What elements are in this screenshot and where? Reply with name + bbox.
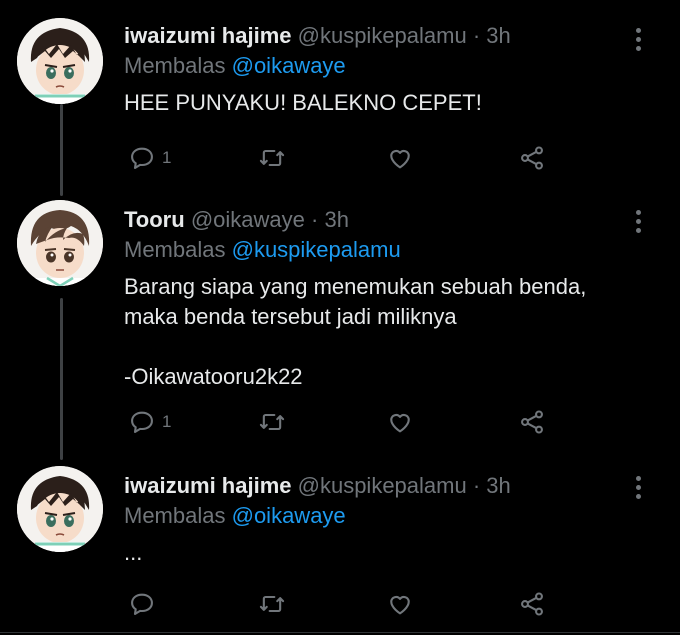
separator-dot: · xyxy=(311,207,319,232)
avatar[interactable] xyxy=(17,200,103,286)
share-icon xyxy=(521,146,543,170)
reply-prefix: Membalas xyxy=(124,503,226,528)
retweet-icon xyxy=(259,595,285,613)
separator-dot: · xyxy=(472,23,481,48)
anime-avatar-iwaizumi-icon xyxy=(17,466,103,552)
user-handle[interactable]: @kuspikepalamu xyxy=(298,23,467,48)
like-button[interactable] xyxy=(386,144,414,172)
share-icon xyxy=(521,410,543,434)
reply-icon xyxy=(131,147,153,169)
more-options-icon[interactable] xyxy=(634,476,642,499)
like-button[interactable] xyxy=(386,408,414,436)
tweet-actions xyxy=(128,590,558,618)
reply-button[interactable]: 1 xyxy=(128,144,171,172)
like-icon xyxy=(390,595,410,615)
user-handle[interactable]: @kuspikepalamu xyxy=(298,473,467,498)
user-handle[interactable]: @oikawaye xyxy=(191,207,305,232)
reply-context: Membalas @oikawaye xyxy=(124,52,640,80)
display-name[interactable]: iwaizumi hajime xyxy=(124,473,292,498)
retweet-icon xyxy=(259,413,285,431)
timestamp[interactable]: 3h xyxy=(324,207,348,232)
tweet-header: iwaizumi hajime @kuspikepalamu · 3h xyxy=(124,472,640,500)
reply-icon xyxy=(131,411,153,433)
reply-context: Membalas @kuspikepalamu xyxy=(124,236,640,264)
reply-count: 1 xyxy=(162,148,172,167)
reply-button[interactable]: 1 xyxy=(128,408,171,436)
tweet-actions: 1 xyxy=(128,144,558,172)
display-name[interactable]: iwaizumi hajime xyxy=(124,23,292,48)
share-button[interactable] xyxy=(518,590,546,618)
divider xyxy=(0,632,680,633)
like-icon xyxy=(390,149,410,169)
share-button[interactable] xyxy=(518,144,546,172)
like-icon xyxy=(390,413,410,433)
tweet-text: HEE PUNYAKU! BALEKNO CEPET! xyxy=(124,90,482,115)
tweet-text: ... xyxy=(124,540,143,565)
tweet-header: Tooru @oikawaye · 3h xyxy=(124,206,640,234)
more-options-icon[interactable] xyxy=(634,28,642,51)
like-button[interactable] xyxy=(386,590,414,618)
retweet-icon xyxy=(259,149,285,167)
reply-button[interactable] xyxy=(128,590,162,618)
reply-prefix: Membalas xyxy=(124,53,226,78)
tweet[interactable]: iwaizumi hajime @kuspikepalamu · 3h Memb… xyxy=(0,464,680,632)
tweet[interactable]: iwaizumi hajime @kuspikepalamu · 3h Memb… xyxy=(0,0,680,196)
avatar[interactable] xyxy=(17,18,103,104)
reply-prefix: Membalas xyxy=(124,237,226,262)
more-options-icon[interactable] xyxy=(634,210,642,233)
timestamp[interactable]: 3h xyxy=(486,473,510,498)
retweet-button[interactable] xyxy=(258,590,286,618)
reply-to-link[interactable]: @oikawaye xyxy=(232,503,346,528)
timestamp[interactable]: 3h xyxy=(486,23,510,48)
anime-avatar-oikawa-icon xyxy=(17,200,103,286)
tweet[interactable]: Tooru @oikawaye · 3h Membalas @kuspikepa… xyxy=(0,196,680,464)
share-icon xyxy=(521,592,543,616)
anime-avatar-iwaizumi-icon xyxy=(17,18,103,104)
tweet-header: iwaizumi hajime @kuspikepalamu · 3h xyxy=(124,22,640,50)
reply-to-link[interactable]: @kuspikepalamu xyxy=(232,237,401,262)
separator-dot: · xyxy=(472,473,481,498)
retweet-button[interactable] xyxy=(258,144,286,172)
tweet-actions: 1 xyxy=(128,408,558,436)
display-name[interactable]: Tooru xyxy=(124,207,185,232)
reply-count: 1 xyxy=(162,412,172,431)
reply-to-link[interactable]: @oikawaye xyxy=(232,53,346,78)
tweet-text: Barang siapa yang menemukan sebuah benda… xyxy=(124,274,587,389)
avatar[interactable] xyxy=(17,466,103,552)
share-button[interactable] xyxy=(518,408,546,436)
reply-icon xyxy=(131,593,153,615)
reply-context: Membalas @oikawaye xyxy=(124,502,640,530)
retweet-button[interactable] xyxy=(258,408,286,436)
